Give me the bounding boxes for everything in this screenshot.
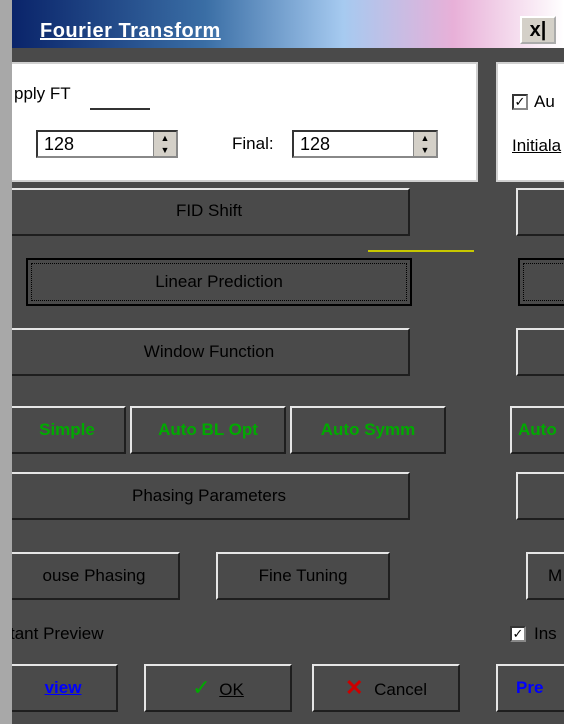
- window-function-label: Window Function: [143, 342, 275, 361]
- final-size-spinner[interactable]: 128 ▲ ▼: [292, 130, 438, 158]
- title-bar[interactable]: Fourier Transform x|: [12, 0, 564, 48]
- cancel-button[interactable]: ✕ Cancel: [312, 664, 460, 712]
- x-icon: ✕: [344, 675, 364, 700]
- phasing-parameters-label: Phasing Parameters: [131, 486, 287, 505]
- auto-symm-button[interactable]: Auto Symm: [290, 406, 446, 454]
- left-window-edge: [0, 0, 12, 724]
- spinner-arrows-icon[interactable]: ▲ ▼: [413, 132, 436, 156]
- right-auto-label: Auto: [518, 420, 557, 439]
- fine-tuning-button[interactable]: Fine Tuning: [216, 552, 390, 600]
- right-preview-button[interactable]: Pre: [496, 664, 564, 712]
- final-size-value: 128: [300, 134, 331, 154]
- right-instant-checkbox[interactable]: ✓: [510, 626, 526, 642]
- phasing-parameters-button[interactable]: Phasing Parameters: [12, 472, 410, 520]
- initial-label-right: Initiala: [512, 136, 562, 155]
- preview-label: view: [44, 678, 82, 697]
- mouse-phasing-label: ouse Phasing: [42, 566, 146, 585]
- ok-label: OK: [219, 680, 244, 699]
- simple-label: Simple: [39, 420, 95, 439]
- right-phasing-button[interactable]: [516, 472, 564, 520]
- right-preview-label: Pre: [516, 678, 544, 697]
- preview-button[interactable]: view: [12, 664, 118, 712]
- fid-shift-label: FID Shift: [175, 201, 243, 220]
- apply-ft-label: pply FT: [14, 84, 71, 103]
- auto-bl-opt-button[interactable]: Auto BL Opt: [130, 406, 286, 454]
- auto-checkbox[interactable]: ✓: [512, 94, 528, 110]
- right-window-function-button[interactable]: [516, 328, 564, 376]
- right-fid-shift-button[interactable]: [516, 188, 564, 236]
- right-settings-group: ✓ Au Initiala: [496, 62, 564, 182]
- divider-line: [368, 250, 474, 252]
- fourier-transform-dialog: Fourier Transform x| pply FT 128 ▲ ▼ Fina…: [12, 0, 564, 724]
- auto-symm-label: Auto Symm: [320, 420, 416, 439]
- fine-tuning-label: Fine Tuning: [258, 566, 348, 585]
- mouse-phasing-button[interactable]: ouse Phasing: [12, 552, 180, 600]
- linear-prediction-label: Linear Prediction: [155, 272, 283, 291]
- right-linear-prediction-button[interactable]: [518, 258, 564, 306]
- ok-button[interactable]: ✓ OK: [144, 664, 292, 712]
- ft-settings-group: pply FT 128 ▲ ▼ Final: 128 ▲ ▼: [12, 62, 478, 182]
- fid-shift-button[interactable]: FID Shift: [12, 188, 410, 236]
- baseline-simple-button[interactable]: Simple: [12, 406, 126, 454]
- spinner-arrows-icon[interactable]: ▲ ▼: [153, 132, 176, 156]
- initial-size-spinner[interactable]: 128 ▲ ▼: [36, 130, 178, 158]
- close-button[interactable]: x|: [520, 16, 556, 44]
- right-auto-button[interactable]: Auto: [510, 406, 564, 454]
- window-title: Fourier Transform: [40, 20, 221, 42]
- window-function-button[interactable]: Window Function: [12, 328, 410, 376]
- final-label: Final:: [232, 134, 274, 153]
- initial-size-value: 128: [44, 134, 75, 154]
- cancel-label: Cancel: [374, 680, 428, 699]
- right-instant-label: Ins: [534, 624, 557, 643]
- right-m-button[interactable]: M: [526, 552, 564, 600]
- apply-ft-rule: [90, 108, 150, 110]
- right-m-label: M: [548, 566, 563, 585]
- instant-preview-label: tant Preview: [12, 624, 104, 643]
- auto-bl-opt-label: Auto BL Opt: [158, 420, 258, 439]
- auto-label: Au: [534, 92, 555, 111]
- check-icon: ✓: [192, 675, 211, 700]
- linear-prediction-button[interactable]: Linear Prediction: [26, 258, 412, 306]
